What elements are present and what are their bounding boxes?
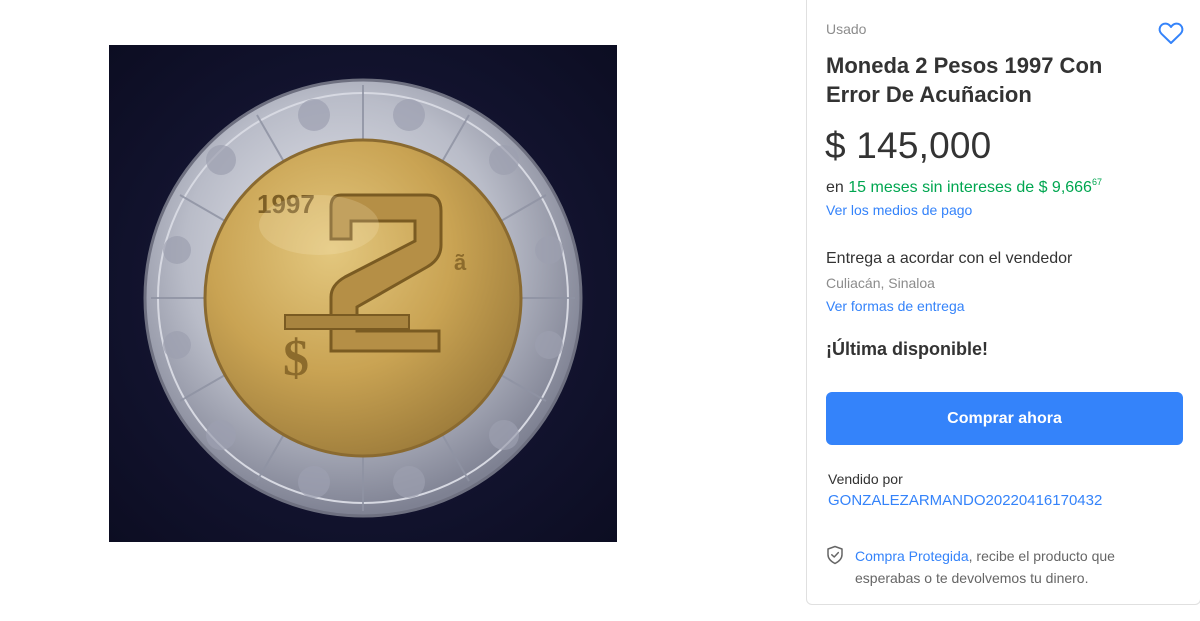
- protection-text: Compra Protegida, recibe el producto que…: [855, 545, 1175, 589]
- installments-prefix: en: [826, 179, 844, 196]
- delivery-title: Entrega a acordar con el vendedor: [826, 250, 1073, 267]
- heart-icon: [1158, 22, 1184, 44]
- installments-highlight: 15 meses sin intereses de $ 9,666: [848, 179, 1092, 196]
- coin-photo: 1997 $ ã: [143, 78, 583, 518]
- payment-methods-link[interactable]: Ver los medios de pago: [826, 202, 972, 218]
- svg-text:ã: ã: [454, 250, 467, 275]
- product-image[interactable]: 1997 $ ã: [109, 45, 617, 542]
- stock-status: ¡Última disponible!: [826, 339, 988, 359]
- protected-purchase-link[interactable]: Compra Protegida: [855, 548, 969, 564]
- shield-check-icon: [827, 545, 843, 565]
- installments-info: en 15 meses sin intereses de $ 9,66667: [826, 172, 1102, 198]
- delivery-location: Culiacán, Sinaloa: [826, 275, 935, 291]
- delivery-options-link[interactable]: Ver formas de entrega: [826, 298, 965, 314]
- product-title: Moneda 2 Pesos 1997 Con Error De Acuñaci…: [826, 53, 1103, 107]
- favorite-button[interactable]: [1157, 19, 1185, 47]
- seller-label: Vendido por: [828, 471, 903, 487]
- svg-text:$: $: [283, 330, 309, 387]
- condition-label: Usado: [826, 21, 867, 37]
- buy-box: Usado Moneda 2 Pesos 1997 Con Error De A…: [806, 0, 1200, 605]
- installments-cents: 67: [1091, 177, 1102, 187]
- seller-name-link[interactable]: GONZALEZARMANDO20220416170432: [828, 492, 1102, 509]
- product-price: $ 145,000: [825, 125, 992, 166]
- buy-now-button[interactable]: Comprar ahora: [826, 392, 1183, 445]
